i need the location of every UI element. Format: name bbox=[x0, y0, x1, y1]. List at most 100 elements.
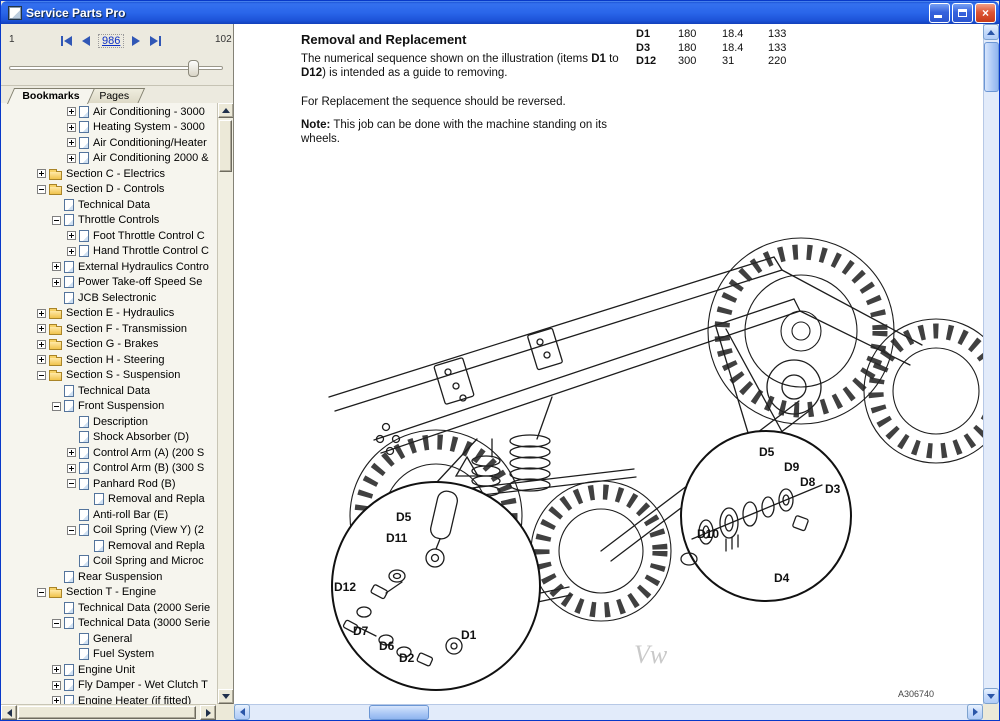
tab-bookmarks[interactable]: Bookmarks bbox=[7, 88, 95, 104]
collapse-icon[interactable] bbox=[37, 185, 46, 194]
collapse-icon[interactable] bbox=[37, 588, 46, 597]
tree-item[interactable]: Fuel System bbox=[1, 647, 217, 663]
tree-item-label: Engine Unit bbox=[78, 664, 135, 676]
table-cell: 180 bbox=[678, 42, 722, 56]
tree-item[interactable]: Technical Data (3000 Serie bbox=[1, 616, 217, 632]
sidebar-horizontal-scrollbar[interactable] bbox=[1, 704, 216, 720]
expand-icon[interactable] bbox=[67, 154, 76, 163]
previous-page-button[interactable] bbox=[80, 34, 92, 48]
minimize-button[interactable] bbox=[929, 3, 950, 23]
expand-icon[interactable] bbox=[67, 138, 76, 147]
page-icon bbox=[79, 230, 89, 242]
tree-item[interactable]: Engine Heater (if fitted) bbox=[1, 693, 217, 704]
tree-item[interactable]: Technical Data (2000 Serie bbox=[1, 600, 217, 616]
tree-item[interactable]: Hand Throttle Control C bbox=[1, 244, 217, 260]
scroll-right-button[interactable] bbox=[200, 705, 216, 720]
tree-item[interactable]: Section F - Transmission bbox=[1, 321, 217, 337]
tree-item[interactable]: Anti-roll Bar (E) bbox=[1, 507, 217, 523]
collapse-icon[interactable] bbox=[52, 402, 61, 411]
tree-item[interactable]: Control Arm (A) (200 S bbox=[1, 445, 217, 461]
tree-item[interactable]: Heating System - 3000 bbox=[1, 120, 217, 136]
tree-item[interactable]: Fly Damper - Wet Clutch T bbox=[1, 678, 217, 694]
tree-item-label: Section T - Engine bbox=[66, 586, 156, 598]
scroll-up-button[interactable] bbox=[983, 24, 999, 40]
tree-item[interactable]: Power Take-off Speed Se bbox=[1, 275, 217, 291]
tree-item[interactable]: Description bbox=[1, 414, 217, 430]
tree-item[interactable]: Removal and Repla bbox=[1, 538, 217, 554]
collapse-icon[interactable] bbox=[52, 216, 61, 225]
expand-icon[interactable] bbox=[67, 247, 76, 256]
next-page-button[interactable] bbox=[130, 34, 142, 48]
expand-icon[interactable] bbox=[52, 665, 61, 674]
collapse-icon[interactable] bbox=[67, 526, 76, 535]
tree-item[interactable]: Technical Data bbox=[1, 383, 217, 399]
scroll-thumb[interactable] bbox=[369, 705, 429, 720]
close-button[interactable]: × bbox=[975, 3, 996, 23]
tree-item[interactable]: Coil Spring (View Y) (2 bbox=[1, 523, 217, 539]
scroll-down-button[interactable] bbox=[983, 688, 999, 704]
expand-icon[interactable] bbox=[52, 262, 61, 271]
tree-item[interactable]: Section E - Hydraulics bbox=[1, 306, 217, 322]
tree-item[interactable]: Panhard Rod (B) bbox=[1, 476, 217, 492]
page-slider-thumb[interactable] bbox=[188, 60, 199, 77]
last-page-button[interactable] bbox=[148, 34, 163, 48]
collapse-icon[interactable] bbox=[67, 479, 76, 488]
expand-icon[interactable] bbox=[37, 355, 46, 364]
scroll-left-button[interactable] bbox=[234, 704, 250, 720]
tree-item[interactable]: Shock Absorber (D) bbox=[1, 430, 217, 446]
collapse-icon[interactable] bbox=[52, 619, 61, 628]
scroll-up-button[interactable] bbox=[218, 103, 233, 118]
arrow-left-icon bbox=[7, 709, 12, 717]
tree-item[interactable]: General bbox=[1, 631, 217, 647]
paragraph-replacement: For Replacement the sequence should be r… bbox=[301, 95, 641, 109]
first-page-button[interactable] bbox=[59, 34, 74, 48]
tree-item[interactable]: Section G - Brakes bbox=[1, 337, 217, 353]
expand-icon[interactable] bbox=[52, 696, 61, 704]
tree-item[interactable]: Section D - Controls bbox=[1, 182, 217, 198]
content-vertical-scrollbar[interactable] bbox=[983, 24, 999, 704]
expand-icon[interactable] bbox=[37, 324, 46, 333]
tree-item[interactable]: Removal and Repla bbox=[1, 492, 217, 508]
tree-item[interactable]: Throttle Controls bbox=[1, 213, 217, 229]
tree-item[interactable]: Foot Throttle Control C bbox=[1, 228, 217, 244]
tree-item[interactable]: Section H - Steering bbox=[1, 352, 217, 368]
tree-item[interactable]: Section T - Engine bbox=[1, 585, 217, 601]
expand-icon[interactable] bbox=[67, 464, 76, 473]
tree-item[interactable]: Air Conditioning 2000 & bbox=[1, 151, 217, 167]
scroll-left-button[interactable] bbox=[1, 705, 17, 720]
expand-icon[interactable] bbox=[52, 278, 61, 287]
scroll-thumb[interactable] bbox=[18, 706, 196, 719]
page-slider[interactable] bbox=[9, 66, 223, 70]
tree-item[interactable]: Technical Data bbox=[1, 197, 217, 213]
expand-icon[interactable] bbox=[37, 340, 46, 349]
tree-item[interactable]: External Hydraulics Contro bbox=[1, 259, 217, 275]
expand-icon[interactable] bbox=[67, 123, 76, 132]
expand-icon[interactable] bbox=[67, 231, 76, 240]
current-page-link[interactable]: 986 bbox=[98, 34, 124, 48]
expand-icon[interactable] bbox=[37, 309, 46, 318]
scroll-right-button[interactable] bbox=[967, 704, 983, 720]
scroll-down-button[interactable] bbox=[218, 689, 233, 704]
maximize-button[interactable] bbox=[952, 3, 973, 23]
expand-icon[interactable] bbox=[52, 681, 61, 690]
expand-icon[interactable] bbox=[67, 107, 76, 116]
tree-vertical-scrollbar[interactable] bbox=[217, 103, 233, 704]
tree-item[interactable]: Front Suspension bbox=[1, 399, 217, 415]
tree-item[interactable]: Engine Unit bbox=[1, 662, 217, 678]
arrow-down-icon bbox=[987, 694, 995, 699]
tree-item[interactable]: Rear Suspension bbox=[1, 569, 217, 585]
scroll-thumb[interactable] bbox=[984, 42, 999, 92]
tree-item[interactable]: Section S - Suspension bbox=[1, 368, 217, 384]
expand-icon[interactable] bbox=[67, 448, 76, 457]
expand-icon[interactable] bbox=[37, 169, 46, 178]
collapse-icon[interactable] bbox=[37, 371, 46, 380]
tree-item[interactable]: Air Conditioning/Heater bbox=[1, 135, 217, 151]
tree-item[interactable]: JCB Selectronic bbox=[1, 290, 217, 306]
content-horizontal-scrollbar[interactable] bbox=[234, 704, 983, 720]
scroll-thumb[interactable] bbox=[219, 120, 232, 172]
tree-item[interactable]: Air Conditioning - 3000 bbox=[1, 104, 217, 120]
tree-item[interactable]: Coil Spring and Microc bbox=[1, 554, 217, 570]
tree-item[interactable]: Control Arm (B) (300 S bbox=[1, 461, 217, 477]
tree-item[interactable]: Section C - Electrics bbox=[1, 166, 217, 182]
tree-item-label: Rear Suspension bbox=[78, 571, 162, 583]
